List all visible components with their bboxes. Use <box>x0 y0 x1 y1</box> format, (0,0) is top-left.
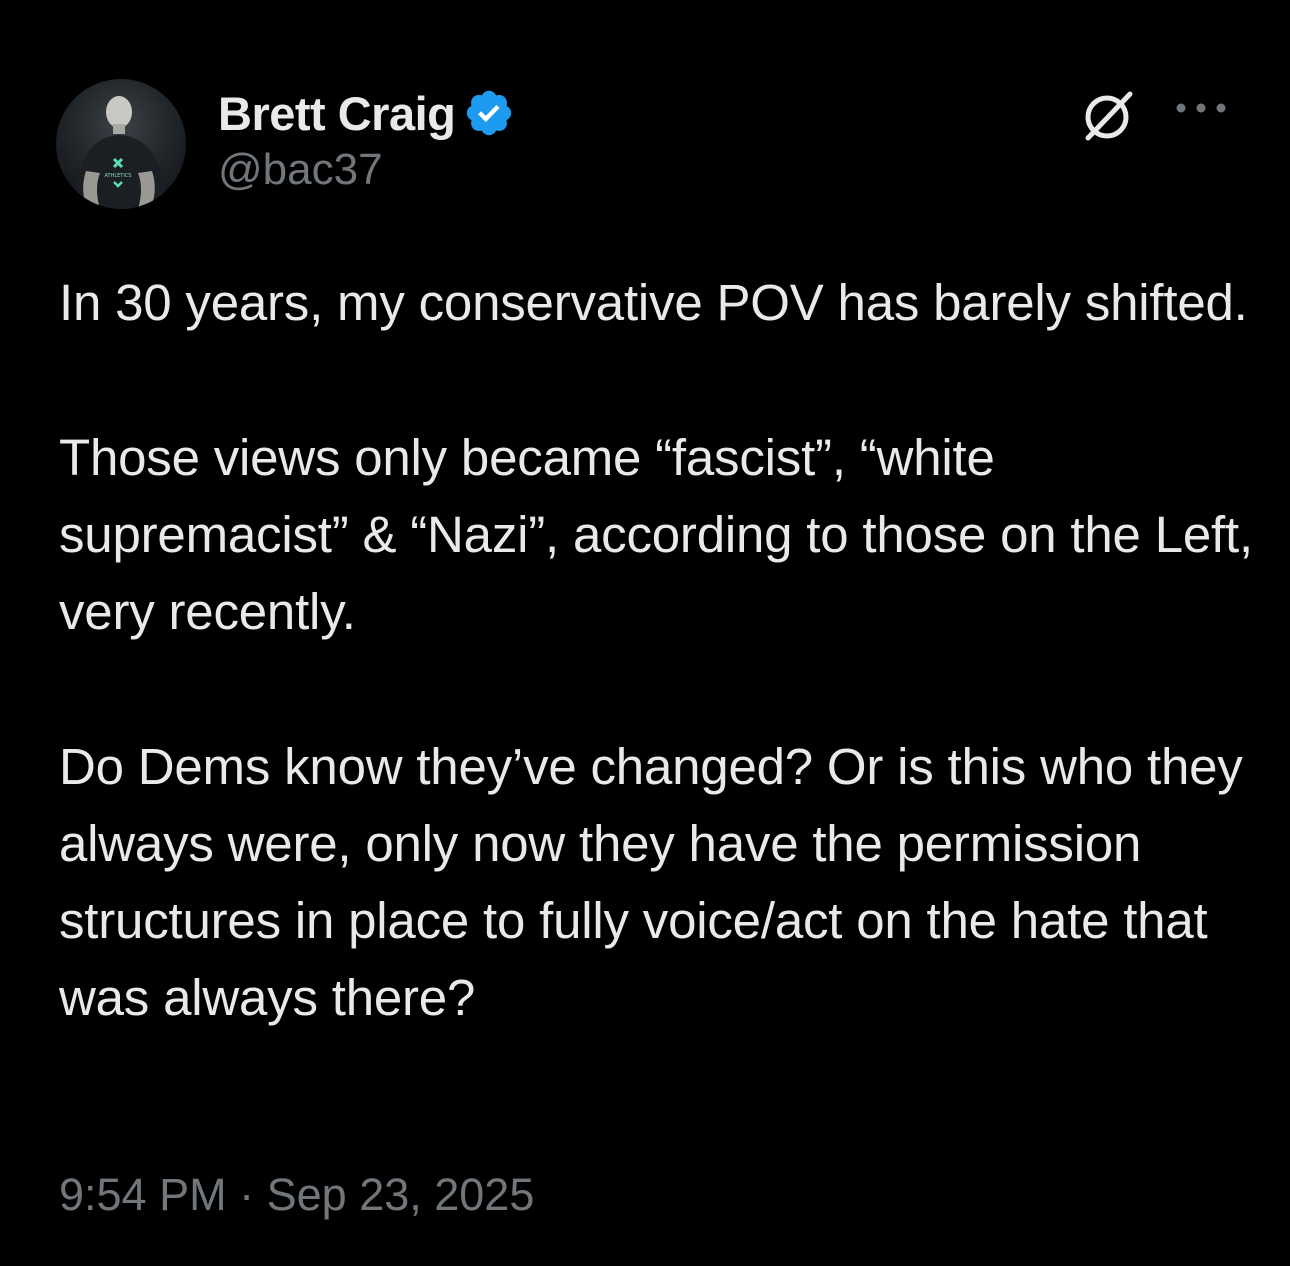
grok-icon[interactable] <box>1078 84 1140 146</box>
tweet-paragraph-3: Do Dems know they’ve changed? Or is this… <box>59 738 1243 1026</box>
tweet-time: 9:54 PM <box>59 1169 227 1220</box>
avatar[interactable]: ATHLETICS <box>56 79 186 209</box>
timestamp-separator: · <box>239 1169 255 1220</box>
tweet-text: In 30 years, my conservative POV has bar… <box>59 264 1254 1036</box>
tweet-timestamp[interactable]: 9:54 PM · Sep 23, 2025 <box>59 1172 534 1217</box>
author-name-row: Brett Craig <box>218 86 515 140</box>
more-options-icon[interactable] <box>1172 96 1230 120</box>
tweet-date: Sep 23, 2025 <box>266 1169 535 1220</box>
author-handle[interactable]: @bac37 <box>218 148 383 192</box>
verified-badge-icon[interactable] <box>463 87 515 139</box>
avatar-photo: ATHLETICS <box>74 96 168 209</box>
tweet-paragraph-1: In 30 years, my conservative POV has bar… <box>59 274 1248 331</box>
tweet-card: ATHLETICS Brett Craig @bac37 In 30 years… <box>0 0 1290 1266</box>
tweet-paragraph-2: Those views only became “fascist”, “whit… <box>59 429 1253 640</box>
author-display-name[interactable]: Brett Craig <box>218 90 456 137</box>
svg-text:ATHLETICS: ATHLETICS <box>105 173 132 179</box>
